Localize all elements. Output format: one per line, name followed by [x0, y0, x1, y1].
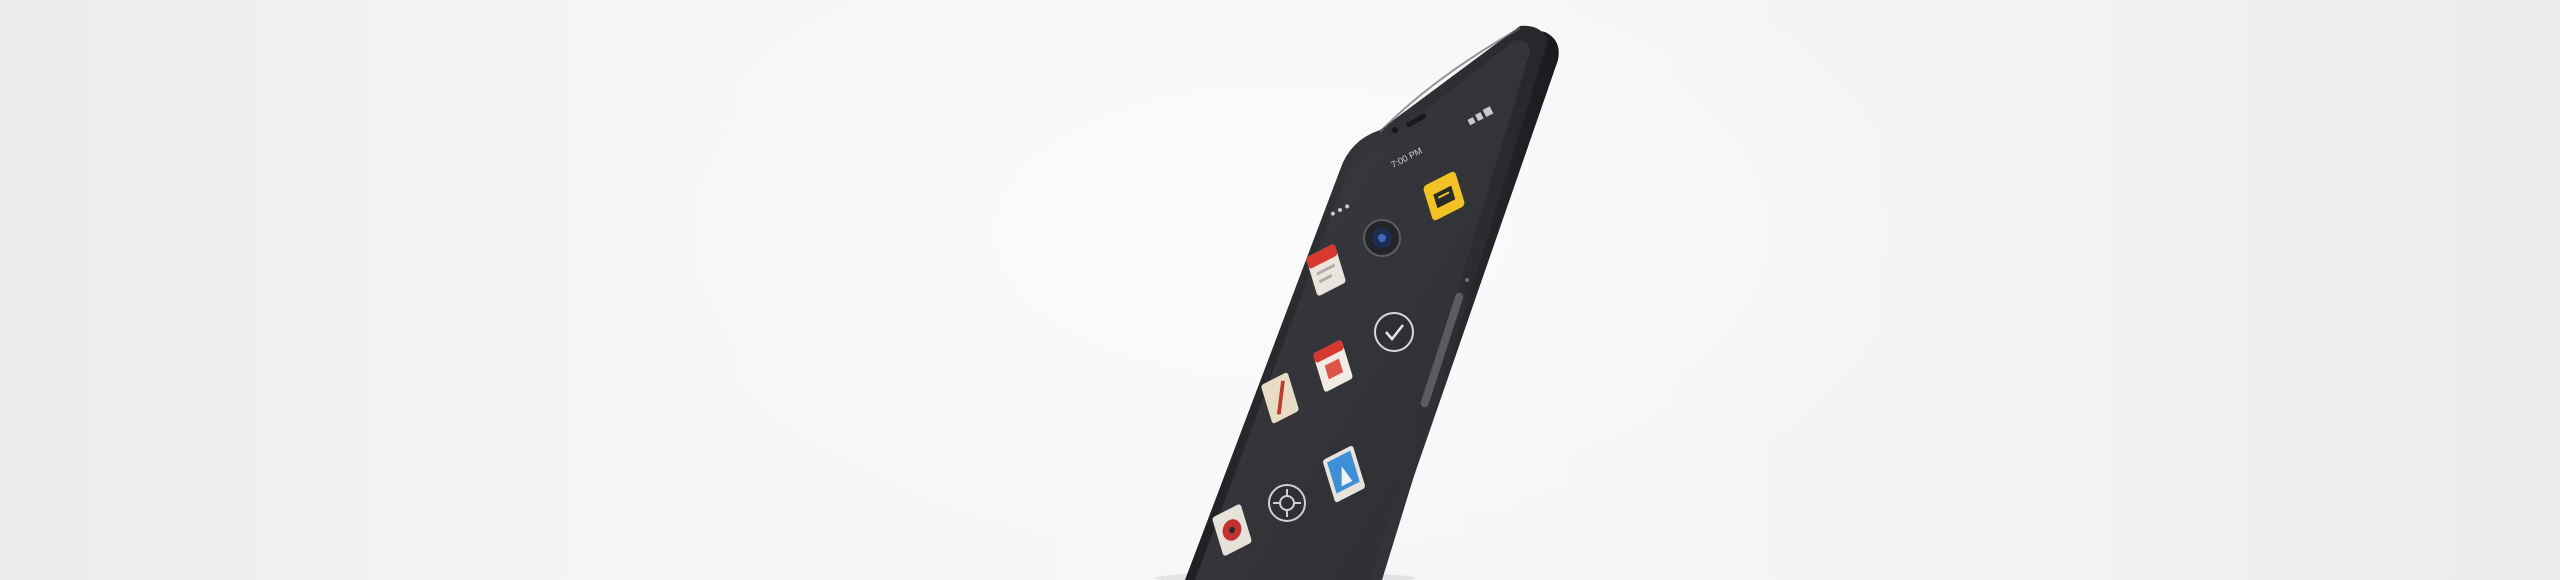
clock-app-icon[interactable] — [1374, 312, 1414, 352]
phone-screen — [1195, 40, 1530, 580]
side-sensor-icon — [1465, 278, 1469, 282]
front-camera-icon — [1392, 127, 1398, 133]
settings-app-icon[interactable] — [1268, 484, 1306, 522]
product-scene: 7:00 PM — [1155, 25, 1559, 580]
camera-app-icon[interactable] — [1363, 219, 1401, 257]
